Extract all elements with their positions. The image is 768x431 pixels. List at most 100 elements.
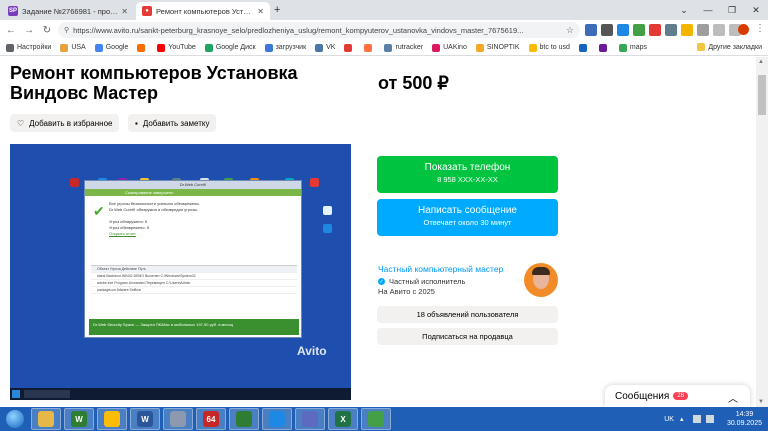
taskbar-app-word[interactable]: W [130,408,160,430]
bookmark-item[interactable]: Настройки [6,43,51,52]
bookmark-item[interactable] [598,43,610,52]
language-indicator[interactable]: UK [664,416,674,423]
taskbar-app-aida64[interactable]: 64 [196,408,226,430]
add-note-button[interactable]: ▪ Добавить заметку [128,114,217,132]
other-bookmarks[interactable]: Другие закладки [697,43,762,51]
network-icon[interactable] [692,415,701,423]
extension-icon[interactable] [617,24,629,36]
page-scrollbar[interactable]: ▲ ▼ [756,57,768,407]
reload-icon[interactable]: ↻ [40,23,54,37]
taskbar-app-network[interactable] [295,408,325,430]
taskbar-app-excel[interactable]: X [328,408,358,430]
taskbar-app-explorer[interactable] [31,408,61,430]
taskbar-app-wincleaner[interactable]: W [64,408,94,430]
bookmark-item[interactable]: rutracker [384,43,423,52]
bookmark-item[interactable]: YouTube [157,43,196,52]
taskbar-app-monitor[interactable] [361,408,391,430]
close-tab-icon[interactable]: ✕ [257,7,264,16]
taskbar-app-chrome[interactable] [97,408,127,430]
bookmark-item[interactable]: USA [60,43,86,52]
bookmark-item[interactable] [578,43,590,52]
photo-search-box [24,390,70,398]
add-to-favorites-button[interactable]: ♡ Добавить в избранное [10,114,120,132]
bookmark-star-icon[interactable]: ☆ [566,25,574,36]
taskbar-apps: W W 64 X [28,408,391,430]
listing-title: Ремонт компьютеров Установка Виндовс Мас… [10,63,298,103]
windows-start-icon [12,390,20,398]
bookmark-item[interactable]: SINOPTIK [475,43,520,52]
extension-icon[interactable] [681,24,693,36]
bookmark-item[interactable]: UAKino [432,43,467,52]
heart-icon: ♡ [17,118,25,128]
bookmark-item[interactable]: VK [315,43,335,52]
volume-icon[interactable] [705,415,714,423]
close-tab-icon[interactable]: ✕ [121,7,128,16]
messages-widget[interactable]: Сообщения 28 ︿ [605,385,750,407]
seller-listings-button[interactable]: 18 объявлений пользователя [377,306,558,323]
close-window-icon[interactable]: ✕ [744,0,768,20]
bookmark-favicon-icon [618,43,627,52]
seller-type-label: Частный исполнитель [389,277,466,286]
threat-table: Объект Угроза Действие Путь ktank Backdo… [91,265,297,303]
tool-icon [170,411,186,427]
browser-menu-icon[interactable]: ⋮ [755,23,765,34]
site-info-icon[interactable]: ⚲ [64,26,69,34]
seller-name-link[interactable]: Частный компьютерный мастер [378,264,503,274]
chevron-up-icon[interactable]: ︿ [728,390,738,405]
bookmark-item[interactable]: загрузчик [264,43,306,52]
scroll-up-icon[interactable]: ▲ [758,59,764,65]
bookmark-item[interactable]: btc to usd [528,43,570,52]
show-phone-button[interactable]: Показать телефон 8 958 XXX-XX-XX [377,156,558,193]
dialog-header: Сканирование завершено [85,189,301,196]
downloads-icon[interactable] [713,24,725,36]
start-button[interactable] [2,408,28,430]
dialog-line: Все угрозы безопасности успешно обезвреж… [109,201,201,206]
taskbar-app-mpc[interactable] [229,408,259,430]
back-icon[interactable]: ← [4,23,18,37]
bookmark-favicon-icon [384,43,393,52]
bookmark-item[interactable] [364,43,375,52]
extension-icon[interactable] [601,24,613,36]
taskbar-app-app8[interactable] [262,408,292,430]
write-message-button[interactable]: Написать сообщение Отвечает около 30 мин… [377,199,558,236]
extensions-area [585,24,741,36]
response-time: Отвечает около 30 минут [423,218,512,227]
bookmark-favicon-icon [204,43,213,52]
extension-icon[interactable] [633,24,645,36]
aida64-icon: 64 [203,411,219,427]
listing-photo[interactable]: Dr.Web CureIt! Сканирование завершено ✔ … [10,144,351,400]
address-bar[interactable]: ⚲ https://www.avito.ru/sankt-peterburg_k… [58,22,580,38]
bookmark-item[interactable]: Google [94,43,128,52]
subscribe-seller-button[interactable]: Подписаться на продавца [377,328,558,345]
profile-avatar-icon[interactable] [738,24,749,35]
taskbar-app-tool[interactable] [163,408,193,430]
tray-arrow-icon[interactable]: ▴ [680,415,688,423]
tab-search-icon[interactable]: ⌄ [672,0,696,20]
scroll-down-icon[interactable]: ▼ [758,399,764,405]
seller-avatar[interactable] [524,263,558,297]
bookmark-favicon-icon [475,43,484,52]
clock[interactable]: 14:39 30.09.2025 [727,410,762,428]
maximize-icon[interactable]: ❐ [720,0,744,20]
minimize-icon[interactable]: — [696,0,720,20]
avito-listing-page: Ремонт компьютеров Установка Виндовс Мас… [0,57,768,407]
bookmark-item[interactable] [137,43,148,52]
tab-task[interactable]: SP Задание №2766981 - просмотр з ✕ [2,2,134,20]
bookmark-favicon-icon [578,43,587,52]
bookmark-item[interactable]: maps [618,43,647,52]
sp-favicon-icon: SP [8,6,18,16]
extension-icon[interactable] [649,24,661,36]
dialog-stat: Угроз обезврежено: 5 [109,225,149,230]
bookmark-item[interactable] [344,43,355,52]
extension-icon[interactable] [665,24,677,36]
extension-icon[interactable] [585,24,597,36]
messages-label: Сообщения [615,390,670,402]
bookmark-label: Google Диск [215,44,256,51]
table-row: adobe.exe Program.Unwanted Перемещен C:\… [91,280,297,287]
scroll-thumb[interactable] [758,75,766,115]
tab-avito[interactable]: ● Ремонт компьютеров Установка ✕ [136,2,270,20]
bookmark-item[interactable]: Google Диск [204,43,256,52]
new-tab-icon[interactable]: + [274,4,280,16]
extensions-puzzle-icon[interactable] [697,24,709,36]
forward-icon[interactable]: → [22,23,36,37]
